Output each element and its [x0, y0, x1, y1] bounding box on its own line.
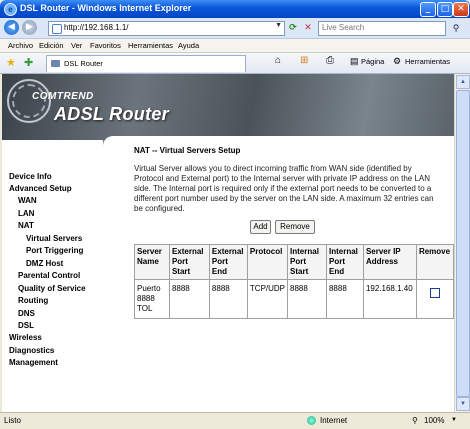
main-content: NAT -- Virtual Servers Setup Virtual Ser… — [103, 136, 454, 412]
title-bar: e DSL Router - Windows Internet Explorer… — [0, 0, 470, 18]
col-internal-port-end: Internal Port End — [325, 244, 364, 280]
cell-remove — [415, 279, 454, 319]
menu-bar: Archivo Edición Ver Favoritos Herramient… — [0, 39, 470, 53]
sidebar-item-virtual-servers[interactable]: Virtual Servers — [26, 234, 82, 243]
menu-ayuda[interactable]: Ayuda — [178, 41, 199, 50]
table-header-row: Server Name External Port Start External… — [134, 244, 454, 280]
tab-page-icon — [51, 60, 60, 67]
sidebar-item-device-info[interactable]: Device Info — [9, 172, 52, 181]
cell-server-ip: 192.168.1.40 — [362, 279, 417, 319]
refresh-icon[interactable]: ⟳ — [287, 22, 299, 34]
sidebar-item-port-triggering[interactable]: Port Triggering — [26, 246, 83, 255]
sidebar-item-advanced-setup[interactable]: Advanced Setup — [9, 184, 72, 193]
page-doc-icon: ▤ — [350, 56, 359, 66]
search-input[interactable]: Live Search — [318, 21, 446, 36]
sidebar-item-parental-control[interactable]: Parental Control — [18, 271, 80, 280]
zoom-level[interactable]: 100% — [424, 416, 444, 425]
menu-favoritos[interactable]: Favoritos — [90, 41, 121, 50]
col-server-ip-address: Server IP Address — [362, 244, 417, 280]
tab-dsl-router[interactable]: DSL Router — [46, 55, 246, 72]
menu-archivo[interactable]: Archivo — [8, 41, 33, 50]
tools-gear-icon: ⚙ — [393, 56, 402, 66]
page-icon — [52, 24, 62, 34]
col-external-port-end: External Port End — [208, 244, 248, 280]
vertical-scrollbar[interactable]: ▲ ▼ — [454, 74, 470, 412]
brand-name: COMTREND — [32, 91, 94, 102]
minimize-button[interactable]: _ — [420, 2, 436, 17]
address-field[interactable]: http://192.168.1.1/ ▼ — [48, 21, 285, 36]
sidebar-item-wireless[interactable]: Wireless — [9, 333, 42, 342]
menu-ver[interactable]: Ver — [71, 41, 82, 50]
scroll-up-icon[interactable]: ▲ — [456, 75, 470, 89]
col-protocol: Protocol — [246, 244, 289, 280]
search-placeholder: Live Search — [322, 23, 365, 32]
scroll-thumb[interactable] — [456, 90, 470, 397]
sidebar-item-lan[interactable]: LAN — [18, 209, 34, 218]
feeds-icon[interactable]: ⊞ — [300, 55, 308, 66]
favorites-star-icon[interactable]: ★ — [6, 56, 16, 69]
sidebar-item-dns[interactable]: DNS — [18, 309, 35, 318]
browser-window: e DSL Router - Windows Internet Explorer… — [0, 0, 470, 429]
cell-server-name: Puerto 8888 TOL — [134, 279, 170, 319]
col-internal-port-start: Internal Port Start — [287, 244, 327, 280]
sidebar-item-diagnostics[interactable]: Diagnostics — [9, 346, 54, 355]
print-icon[interactable]: ⎙ — [326, 55, 334, 66]
product-name: ADSL Router — [54, 104, 169, 124]
search-icon[interactable]: ⚲ — [448, 21, 464, 35]
virtual-servers-table: Server Name External Port Start External… — [134, 244, 454, 319]
page-menu[interactable]: Página — [361, 57, 384, 66]
sidebar-item-quality-of-service[interactable]: Quality of Service — [18, 284, 86, 293]
sidebar-item-routing[interactable]: Routing — [18, 296, 48, 305]
page-title: NAT -- Virtual Servers Setup — [134, 146, 241, 155]
maximize-button[interactable]: □ — [437, 2, 453, 17]
status-bar: Listo Internet ⚲ 100% ▼ — [0, 412, 470, 429]
add-button[interactable]: Add — [250, 220, 271, 234]
sidebar-item-wan[interactable]: WAN — [18, 196, 37, 205]
cell-protocol: TCP/UDP — [246, 279, 289, 319]
address-url: http://192.168.1.1/ — [64, 23, 129, 32]
zone-label: Internet — [320, 416, 348, 425]
cell-ext-start: 8888 — [168, 279, 210, 319]
cell-ext-end: 8888 — [208, 279, 248, 319]
table-row: Puerto 8888 TOL 8888 8888 TCP/UDP 8888 8… — [134, 279, 454, 319]
address-toolbar: ◀ ▶ http://192.168.1.1/ ▼ ⟳ ✕ Live Searc… — [0, 18, 470, 39]
page-description: Virtual Server allows you to direct inco… — [134, 164, 434, 213]
internet-zone-icon — [307, 416, 316, 425]
sidebar-item-dmz-host[interactable]: DMZ Host — [26, 259, 63, 268]
zoom-icon: ⚲ — [412, 416, 418, 425]
router-banner: COMTREND ADSL Router — [2, 74, 454, 140]
ie-logo-icon: e — [4, 3, 17, 16]
col-server-name: Server Name — [134, 244, 170, 280]
add-favorite-icon[interactable]: ✚ — [24, 56, 33, 69]
sidebar-item-dsl[interactable]: DSL — [18, 321, 34, 330]
home-icon[interactable]: ⌂ — [275, 55, 281, 66]
col-remove: Remove — [415, 244, 454, 280]
scroll-down-icon[interactable]: ▼ — [456, 397, 470, 411]
remove-checkbox[interactable] — [429, 288, 440, 298]
back-button[interactable]: ◀ — [4, 20, 19, 35]
sidebar-item-nat[interactable]: NAT — [18, 221, 34, 230]
tools-menu[interactable]: Herramientas — [405, 57, 450, 66]
favorites-bar: ★ ✚ DSL Router ⌂ ⊞ ⎙ ▤ Página ⚙ Herramie… — [0, 53, 470, 74]
chevron-down-icon[interactable]: ▼ — [275, 22, 282, 29]
forward-button[interactable]: ▶ — [22, 20, 37, 35]
zoom-chevron-down-icon[interactable]: ▼ — [451, 417, 457, 423]
page-viewport: COMTREND ADSL Router Device Info Advance… — [2, 74, 454, 412]
menu-edicion[interactable]: Edición — [39, 41, 64, 50]
status-text: Listo — [4, 416, 21, 425]
cell-int-start: 8888 — [287, 279, 327, 319]
col-external-port-start: External Port Start — [168, 244, 210, 280]
tab-label: DSL Router — [64, 59, 103, 68]
window-title: DSL Router - Windows Internet Explorer — [20, 3, 192, 13]
menu-herramientas[interactable]: Herramientas — [128, 41, 173, 50]
stop-icon[interactable]: ✕ — [302, 22, 314, 34]
close-button[interactable]: ✕ — [453, 2, 469, 17]
remove-button[interactable]: Remove — [275, 220, 315, 234]
cell-int-end: 8888 — [325, 279, 364, 319]
sidebar-item-management[interactable]: Management — [9, 358, 58, 367]
